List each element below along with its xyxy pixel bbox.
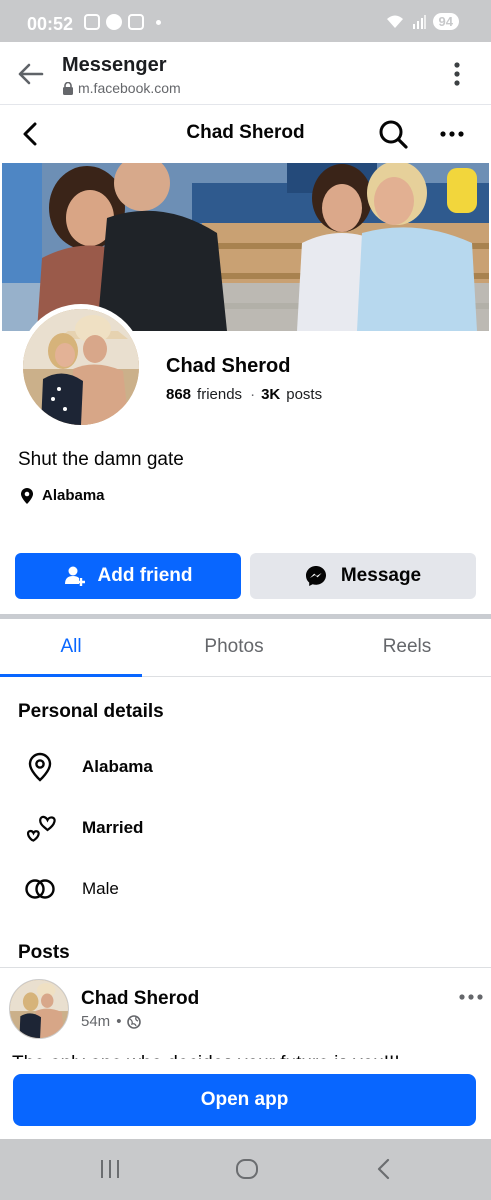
friends-count[interactable]: 868	[166, 386, 191, 403]
post-author-avatar[interactable]	[9, 979, 69, 1039]
post-meta: 54m •	[81, 1013, 142, 1030]
profile-bio: Shut the damn gate	[18, 449, 184, 470]
post-more-options-icon[interactable]	[456, 988, 486, 1006]
open-app-button[interactable]: Open app	[13, 1074, 476, 1126]
detail-location: Alabama	[24, 751, 153, 783]
browser-title: Messenger	[62, 54, 167, 76]
browser-bar: Messenger m.facebook.com	[0, 42, 491, 105]
lock-icon	[63, 81, 73, 95]
posts-count: 3K	[261, 386, 281, 403]
add-friend-icon	[64, 566, 85, 586]
battery-indicator: 94	[432, 13, 459, 30]
location-pin-icon	[24, 751, 56, 783]
personal-details-title: Personal details	[18, 701, 164, 722]
home-icon[interactable]	[235, 1157, 259, 1181]
detail-gender: Male	[24, 873, 119, 905]
more-notifications-dot-icon	[156, 19, 161, 25]
tab-reels[interactable]: Reels	[336, 636, 478, 658]
tab-photos[interactable]: Photos	[163, 636, 305, 658]
messenger-icon	[305, 566, 326, 586]
more-options-icon[interactable]	[437, 119, 467, 149]
add-friend-label: Add friend	[97, 565, 193, 586]
message-label: Message	[340, 565, 422, 586]
message-button[interactable]: Message	[250, 553, 476, 599]
browser-url: m.facebook.com	[62, 80, 181, 96]
profile-name: Chad Sherod	[166, 355, 291, 377]
post-meta-dot: •	[116, 1013, 122, 1030]
detail-location-label: Alabama	[82, 757, 153, 776]
status-notification-icons	[84, 14, 161, 30]
post-author-avatar-image	[10, 980, 68, 1038]
post-text: The only one who decides your future is …	[12, 1046, 400, 1060]
search-icon[interactable]	[376, 117, 410, 151]
profile-location-label: Alabama	[42, 487, 105, 504]
instagram-icon	[128, 14, 144, 30]
profile-header: Chad Sherod	[0, 105, 491, 163]
profile-avatar[interactable]	[23, 309, 139, 425]
status-bar: 00:52 94	[0, 0, 491, 42]
recent-apps-icon[interactable]	[99, 1158, 121, 1180]
browser-url-text: m.facebook.com	[78, 80, 181, 96]
profile-avatar-image	[23, 309, 139, 425]
post-timestamp[interactable]: 54m	[81, 1013, 110, 1030]
hearts-icon	[24, 812, 56, 844]
stats-separator: ·	[250, 386, 256, 403]
page-title: Chad Sherod	[186, 122, 305, 143]
location-pin-icon	[21, 487, 33, 504]
profile-tabs: All Photos Reels	[0, 619, 491, 677]
posts-divider	[0, 967, 491, 968]
facebook-icon	[106, 14, 122, 30]
signal-icon	[412, 14, 426, 29]
profile-location: Alabama	[20, 487, 105, 504]
tab-all[interactable]: All	[0, 636, 142, 658]
add-friend-button[interactable]: Add friend	[15, 553, 241, 599]
wifi-icon	[386, 15, 403, 28]
status-right: 94	[385, 13, 459, 30]
profile-stats: 868 friends · 3K posts	[166, 386, 324, 403]
friends-label[interactable]: friends	[197, 386, 242, 403]
detail-relationship-label: Married	[82, 818, 144, 837]
detail-relationship: Married	[24, 812, 143, 844]
browser-back-arrow-icon[interactable]	[14, 58, 46, 90]
browser-menu-kebab-icon[interactable]	[447, 60, 467, 88]
gender-rings-icon	[24, 873, 56, 905]
status-time: 00:52	[27, 14, 74, 34]
active-tab-indicator	[0, 674, 142, 677]
system-navigation-bar	[0, 1139, 491, 1200]
screenshot-icon	[84, 14, 100, 30]
globe-icon	[127, 1014, 142, 1029]
posts-label: posts	[286, 386, 323, 403]
detail-gender-label: Male	[82, 879, 119, 898]
posts-title: Posts	[18, 942, 70, 963]
back-icon[interactable]	[374, 1157, 394, 1181]
post-author-name[interactable]: Chad Sherod	[81, 988, 199, 1010]
